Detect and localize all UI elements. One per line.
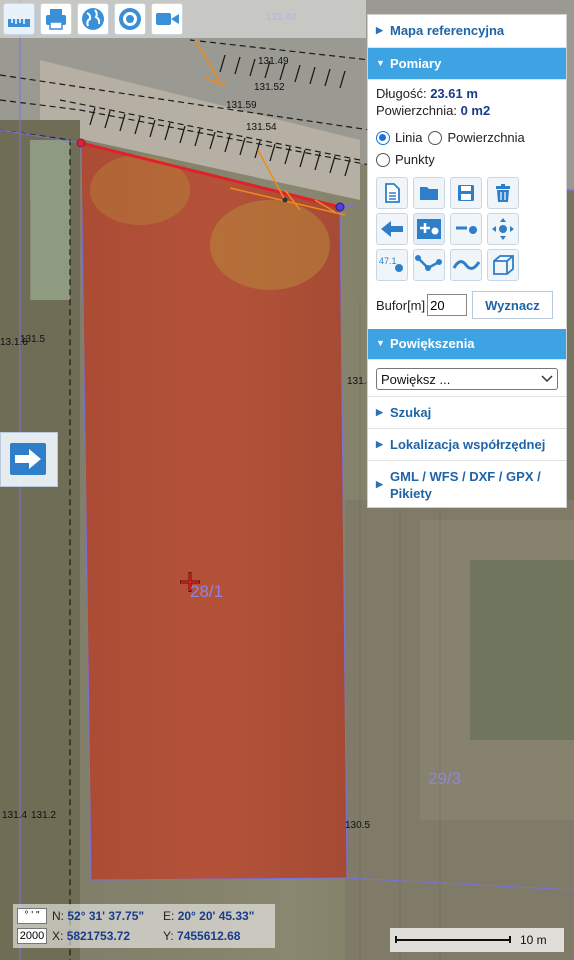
top-toolbar (0, 0, 366, 38)
map-height-label: 13.1.6 (0, 337, 28, 348)
tools-panel: ▶ Mapa referencyjna ▼ Pomiary Długość: 2… (367, 14, 567, 508)
n-value: 52° 31' 37.75" (67, 909, 145, 923)
y-label: Y: (163, 929, 174, 943)
section-search[interactable]: ▶ Szukaj (368, 397, 566, 429)
expand-arrow-icon: ▶ (376, 407, 383, 417)
map-height-label: 131.49 (258, 56, 289, 67)
svg-text:47.1: 47.1 (379, 256, 397, 266)
parcel-label: 28/1 (190, 582, 223, 601)
map-height-label: 131.54 (246, 122, 277, 133)
save-icon (458, 185, 474, 201)
buffer-row: Bufor[m] Wyznacz (368, 285, 566, 329)
compute-button[interactable]: Wyznacz (472, 291, 553, 319)
scale-input[interactable]: 2000 (17, 928, 47, 944)
save-button[interactable] (450, 177, 482, 209)
n-label: N: (52, 909, 64, 923)
buffer-label: Bufor[m] (376, 297, 426, 313)
radio-points[interactable] (376, 152, 390, 167)
add-point-icon (417, 219, 441, 239)
map-height-label: 131.52 (254, 82, 285, 93)
zoom-select-value: Powiększ ... (381, 371, 451, 387)
scale-bar: 10 m (390, 928, 564, 952)
polyline-button[interactable] (413, 249, 445, 281)
cube-icon (493, 255, 514, 275)
target-icon (119, 8, 141, 30)
new-document-icon (385, 183, 400, 203)
coord-format-toggle[interactable]: ° ' " (17, 908, 47, 924)
measure-mode-options: Linia Powierzchnia (368, 124, 566, 148)
target-button[interactable] (114, 3, 146, 35)
scale-bar-label: 10 m (520, 933, 547, 947)
measure-mode-points: Punkty (368, 148, 566, 173)
coordinates-readout: ° ' " 2000 N: 52° 31' 37.75" E: 20° 20' … (13, 904, 275, 948)
map-height-label: 131.59 (226, 100, 257, 111)
label-value-icon: 47.1 (379, 256, 403, 272)
measure-tools: 47.1 (368, 177, 566, 281)
trash-icon (496, 184, 510, 202)
undo-arrow-icon (381, 221, 403, 237)
curve-icon (452, 260, 480, 270)
label-value-button[interactable]: 47.1 (376, 249, 408, 281)
expand-panel-button[interactable] (0, 432, 58, 487)
e-value: 20° 20' 45.33" (177, 909, 255, 923)
collapse-arrow-icon: ▼ (376, 58, 385, 68)
open-button[interactable] (413, 177, 445, 209)
e-label: E: (163, 909, 175, 923)
section-coordinate-location[interactable]: ▶ Lokalizacja współrzędnej (368, 429, 566, 461)
globe-button[interactable] (77, 3, 109, 35)
pan-icon (492, 218, 514, 240)
remove-point-button[interactable] (450, 213, 482, 245)
collapse-arrow-icon: ▼ (376, 338, 385, 348)
map-height-label: 130.5 (345, 820, 370, 831)
measurement-results: Długość: 23.61 m Powierzchnia: 0 m2 (368, 80, 566, 124)
radio-area-label: Powierzchnia (447, 130, 525, 145)
arrow-right-icon (10, 443, 46, 475)
radio-line[interactable] (376, 130, 390, 145)
chevron-down-icon (541, 375, 553, 383)
section-zoom[interactable]: ▼ Powiększenia (368, 329, 566, 360)
y-value: 7455612.68 (177, 929, 241, 943)
measure-button[interactable] (3, 3, 35, 35)
length-value: 23.61 m (430, 86, 478, 101)
radio-points-label: Punkty (395, 152, 435, 167)
area-value: 0 m2 (460, 103, 491, 118)
radio-area[interactable] (428, 130, 443, 145)
open-folder-icon (420, 187, 438, 200)
x-label: X: (52, 929, 64, 943)
zoom-select[interactable]: Powiększ ... (376, 368, 558, 390)
video-button[interactable] (151, 3, 183, 35)
volume-button[interactable] (487, 249, 519, 281)
expand-arrow-icon: ▶ (376, 479, 383, 489)
parcel-label: 29/3 (428, 769, 461, 788)
add-point-button[interactable] (413, 213, 445, 245)
remove-point-icon (456, 226, 477, 234)
print-button[interactable] (40, 3, 72, 35)
x-value: 5821753.72 (66, 929, 131, 943)
delete-button[interactable] (487, 177, 519, 209)
map-height-label: 131.4 (2, 810, 27, 821)
area-label: Powierzchnia: (376, 103, 457, 118)
curve-button[interactable] (450, 249, 482, 281)
polyline-icon (415, 255, 442, 271)
radio-line-label: Linia (395, 130, 423, 145)
length-label: Długość: (376, 86, 427, 101)
measure-icon (8, 19, 30, 27)
map-height-label: 131.2 (31, 810, 56, 821)
expand-arrow-icon: ▶ (376, 439, 383, 449)
globe-icon (82, 8, 104, 30)
section-reference-map[interactable]: ▶ Mapa referencyjna (368, 15, 566, 48)
undo-button[interactable] (376, 213, 408, 245)
expand-arrow-icon: ▶ (376, 25, 383, 35)
section-measurements[interactable]: ▼ Pomiary (368, 48, 566, 80)
print-icon (46, 9, 66, 30)
pan-button[interactable] (487, 213, 519, 245)
video-icon (156, 13, 179, 25)
buffer-input[interactable] (427, 294, 468, 316)
section-formats[interactable]: ▶ GML / WFS / DXF / GPX / Pikiety (368, 461, 566, 508)
new-measurement-button[interactable] (376, 177, 408, 209)
